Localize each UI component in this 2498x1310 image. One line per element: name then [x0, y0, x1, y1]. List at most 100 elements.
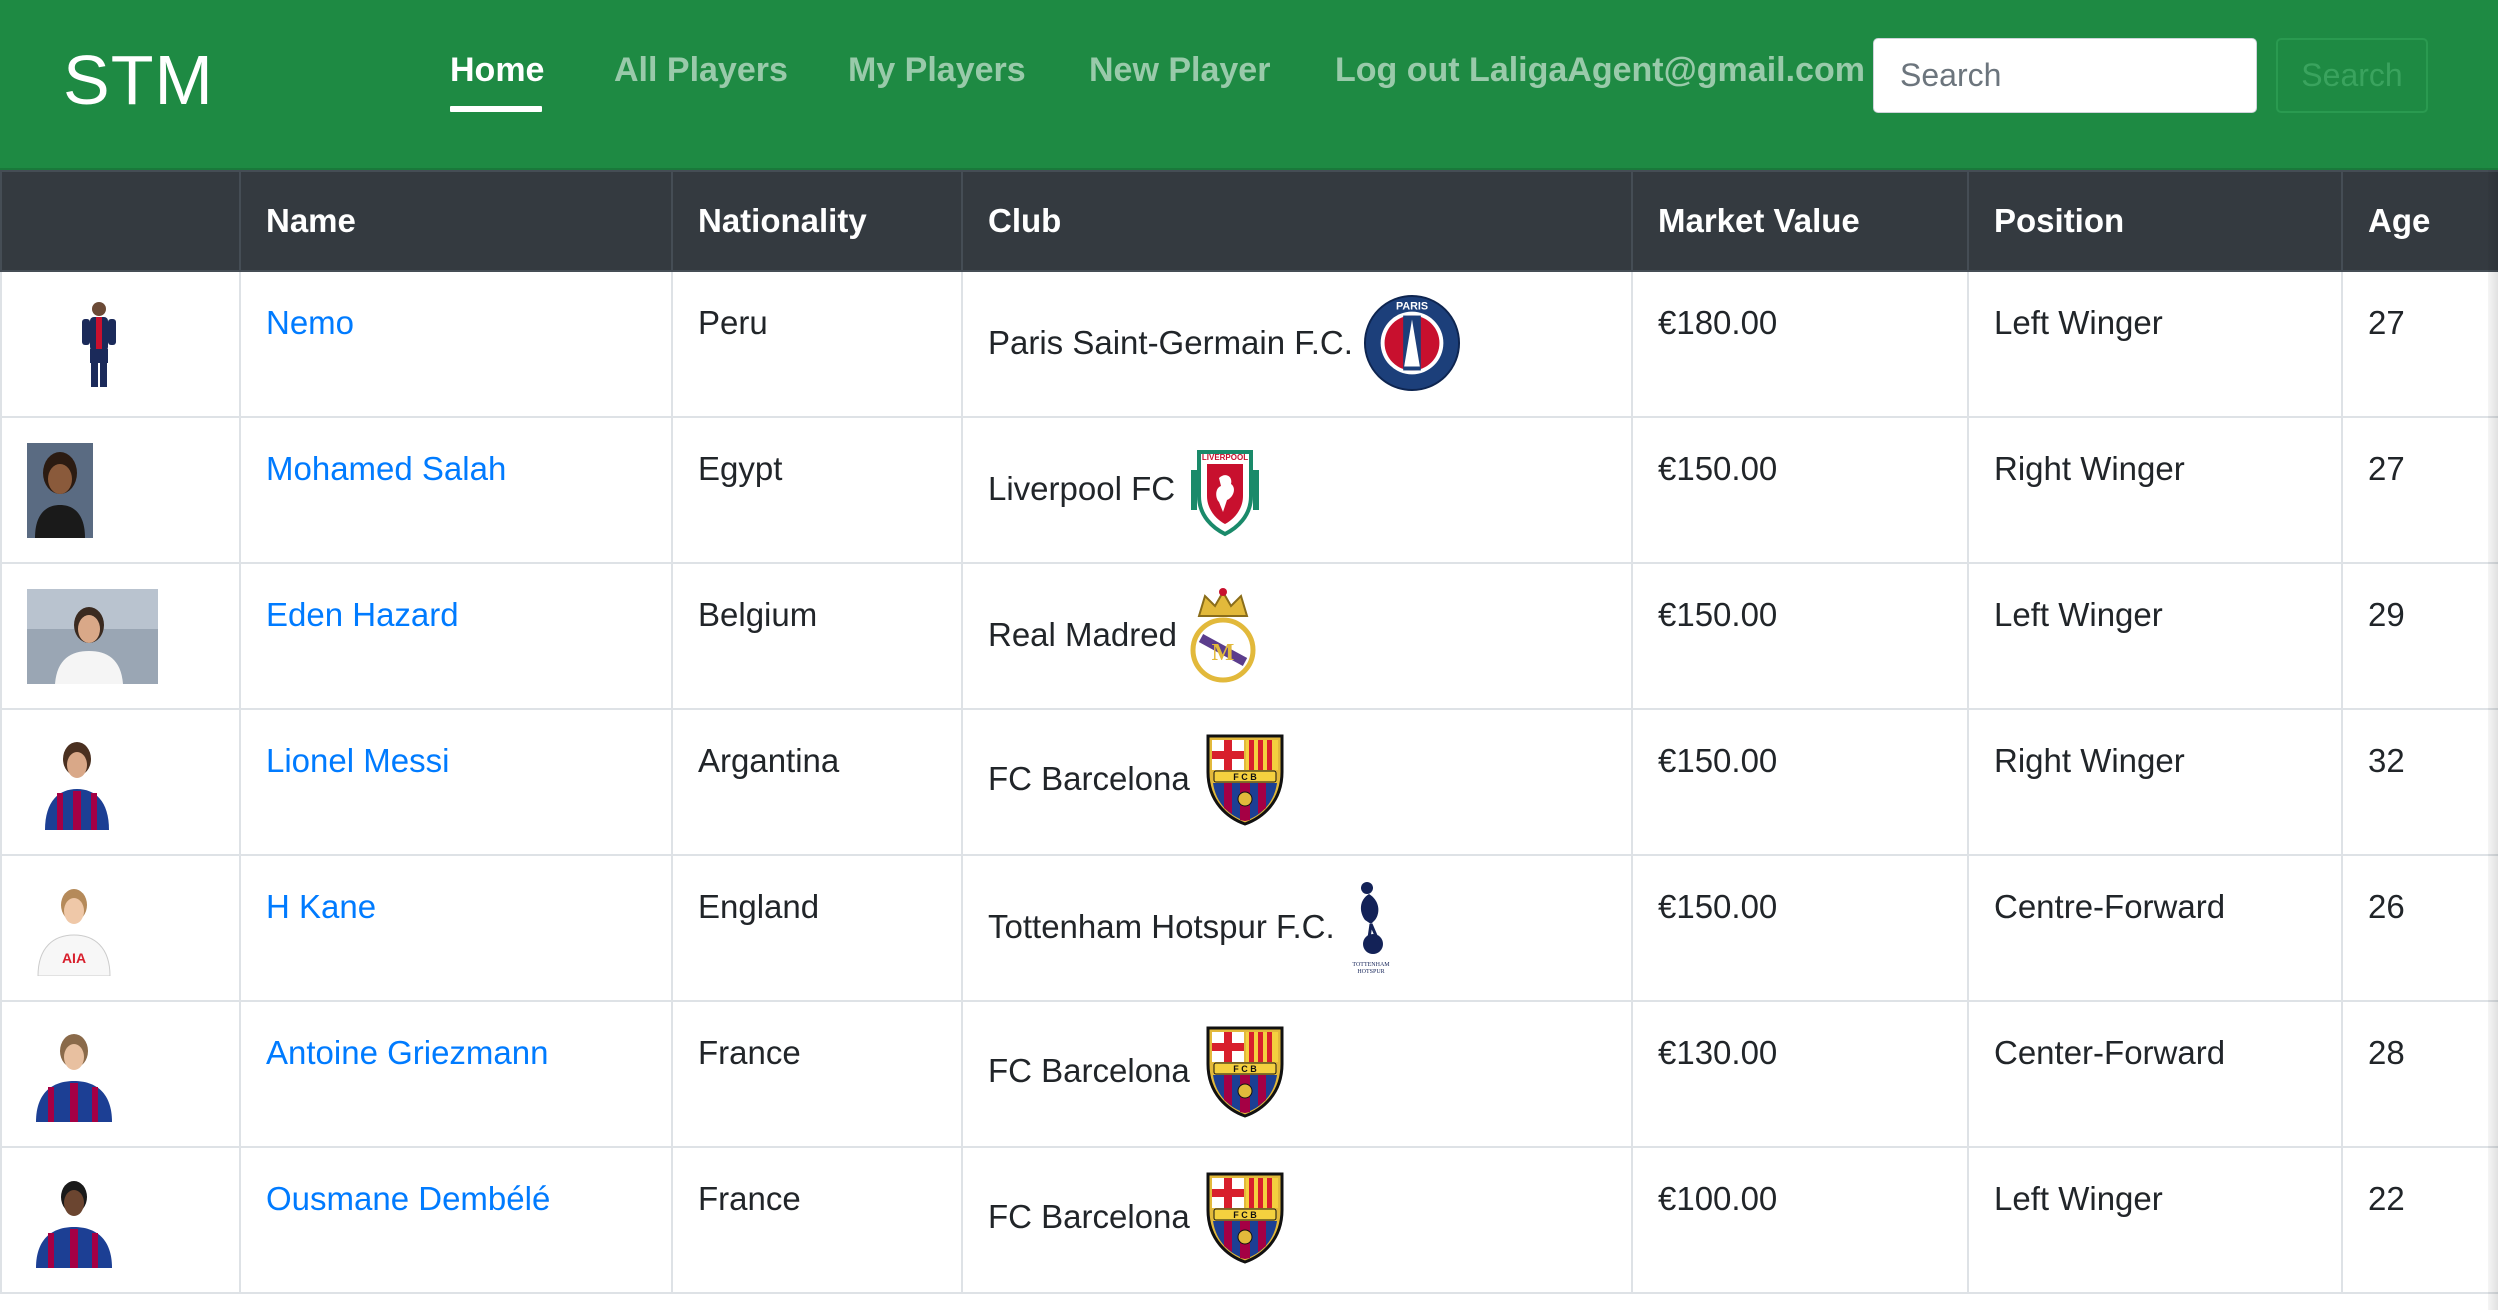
nationality-cell: England: [671, 854, 963, 1002]
position-cell: Left Winger: [1967, 270, 2343, 418]
club-name: FC Barcelona: [988, 1198, 1190, 1235]
player-photo: [45, 741, 109, 830]
nav-all-players[interactable]: All Players: [614, 50, 788, 90]
header-club[interactable]: Club: [961, 170, 1633, 272]
header-age[interactable]: Age: [2341, 170, 2498, 272]
table-row: Ousmane Dembélé France FC Barcelona €100…: [0, 1146, 2498, 1294]
market-value-cell: €100.00: [1631, 1146, 1969, 1294]
age-cell: 29: [2341, 562, 2498, 710]
player-photo: [27, 442, 93, 538]
nationality-cell: Argantina: [671, 708, 963, 856]
player-name-link[interactable]: Nemo: [266, 304, 354, 341]
player-name-cell: Mohamed Salah: [239, 416, 673, 564]
age-cell: 27: [2341, 270, 2498, 418]
club-name: Real Madred: [988, 616, 1177, 653]
photo-cell: [0, 1146, 241, 1294]
player-photo: [36, 1033, 112, 1122]
svg-text:LIVERPOOL: LIVERPOOL: [1202, 453, 1248, 462]
age-cell: 27: [2341, 416, 2498, 564]
photo-cell: [0, 270, 241, 418]
player-name-link[interactable]: Lionel Messi: [266, 742, 449, 779]
club-name: Liverpool FC: [988, 470, 1176, 507]
photo-cell: [0, 416, 241, 564]
age-cell: 28: [2341, 1000, 2498, 1148]
club-name: Tottenham Hotspur F.C.: [988, 908, 1335, 945]
svg-text:TOTTENHAM: TOTTENHAM: [1352, 962, 1390, 968]
search-input[interactable]: [1873, 38, 2257, 113]
header-name[interactable]: Name: [239, 170, 673, 272]
player-name-link[interactable]: Antoine Griezmann: [266, 1034, 548, 1071]
market-value-cell: €180.00: [1631, 270, 1969, 418]
nav-my-players[interactable]: My Players: [848, 50, 1026, 90]
player-name-cell: Lionel Messi: [239, 708, 673, 856]
club-name: Paris Saint-Germain F.C.: [988, 324, 1353, 361]
club-cell: FC Barcelona: [961, 708, 1633, 856]
scroll-edge-shadow: [2488, 170, 2498, 1310]
position-cell: Right Winger: [1967, 708, 2343, 856]
player-name-cell: H Kane: [239, 854, 673, 1002]
psg-crest-icon: PARIS: [1363, 294, 1460, 392]
photo-cell: [0, 1000, 241, 1148]
nationality-cell: Belgium: [671, 562, 963, 710]
position-cell: Right Winger: [1967, 416, 2343, 564]
player-photo: [36, 1180, 112, 1268]
header-nationality[interactable]: Nationality: [671, 170, 963, 272]
club-cell: Tottenham Hotspur F.C. TOTTENHAM HOTSPUR: [961, 854, 1633, 1002]
club-name: FC Barcelona: [988, 760, 1190, 797]
player-photo: [82, 301, 116, 387]
table-row: Lionel Messi Argantina FC Barcelona €150…: [0, 708, 2498, 856]
nationality-cell: Peru: [671, 270, 963, 418]
nationality-cell: France: [671, 1146, 963, 1294]
player-photo: [27, 588, 158, 684]
photo-cell: [0, 562, 241, 710]
search-button[interactable]: Search: [2276, 38, 2428, 113]
nav-logout[interactable]: Log out LaligaAgent@gmail.com: [1335, 50, 1865, 90]
svg-text:PARIS: PARIS: [1396, 301, 1428, 313]
header-position[interactable]: Position: [1967, 170, 2343, 272]
market-value-cell: €150.00: [1631, 416, 1969, 564]
position-cell: Centre-Forward: [1967, 854, 2343, 1002]
table-row: Antoine Griezmann France FC Barcelona €1…: [0, 1000, 2498, 1148]
barcelona-crest-icon: [1200, 732, 1290, 826]
photo-cell: [0, 708, 241, 856]
header-market-value[interactable]: Market Value: [1631, 170, 1969, 272]
player-name-cell: Ousmane Dembélé: [239, 1146, 673, 1294]
market-value-cell: €130.00: [1631, 1000, 1969, 1148]
nav-new-player[interactable]: New Player: [1089, 50, 1270, 90]
table-header-row: Name Nationality Club Market Value Posit…: [0, 170, 2498, 272]
svg-text:M: M: [1212, 640, 1235, 666]
nationality-cell: Egypt: [671, 416, 963, 564]
club-cell: FC Barcelona: [961, 1000, 1633, 1148]
table-row: Nemo Peru Paris Saint-Germain F.C. PARIS…: [0, 270, 2498, 418]
market-value-cell: €150.00: [1631, 562, 1969, 710]
active-tab-indicator: [450, 106, 542, 112]
club-cell: Paris Saint-Germain F.C. PARIS: [961, 270, 1633, 418]
position-cell: Center-Forward: [1967, 1000, 2343, 1148]
barcelona-crest-icon: [1200, 1024, 1290, 1118]
player-name-link[interactable]: H Kane: [266, 888, 376, 925]
age-cell: 22: [2341, 1146, 2498, 1294]
barcelona-crest-icon: [1200, 1170, 1290, 1264]
player-photo: AIA: [37, 888, 111, 976]
player-name-link[interactable]: Eden Hazard: [266, 596, 459, 633]
club-name: FC Barcelona: [988, 1052, 1190, 1089]
svg-text:HOTSPUR: HOTSPUR: [1357, 969, 1384, 975]
players-table: Name Nationality Club Market Value Posit…: [0, 170, 2498, 1294]
position-cell: Left Winger: [1967, 562, 2343, 710]
liverpool-crest-icon: LIVERPOOL: [1191, 450, 1260, 537]
age-cell: 26: [2341, 854, 2498, 1002]
club-cell: Liverpool FC LIVERPOOL: [961, 416, 1633, 564]
real-madrid-crest-icon: M: [1190, 588, 1256, 683]
brand-logo[interactable]: STM: [63, 40, 214, 120]
nationality-cell: France: [671, 1000, 963, 1148]
table-row: Mohamed Salah Egypt Liverpool FC LIVERPO…: [0, 416, 2498, 564]
nav-home[interactable]: Home: [450, 50, 544, 90]
player-name-link[interactable]: Mohamed Salah: [266, 450, 506, 487]
photo-cell: AIA: [0, 854, 241, 1002]
table-row: Eden Hazard Belgium Real Madred M €150.0…: [0, 562, 2498, 710]
header-photo: [0, 170, 241, 272]
market-value-cell: €150.00: [1631, 854, 1969, 1002]
player-name-link[interactable]: Ousmane Dembélé: [266, 1180, 550, 1217]
player-name-cell: Nemo: [239, 270, 673, 418]
tottenham-crest-icon: TOTTENHAM HOTSPUR: [1352, 882, 1390, 975]
